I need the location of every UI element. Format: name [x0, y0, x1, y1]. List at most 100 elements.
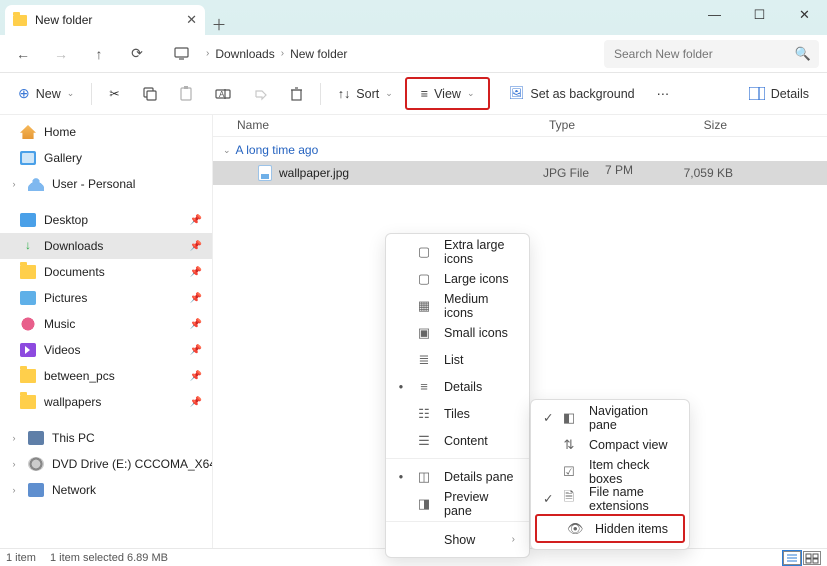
folder-icon — [13, 15, 27, 26]
rename-button[interactable]: A — [205, 79, 241, 109]
plus-circle-icon: ⊕ — [18, 85, 30, 102]
search-input[interactable] — [612, 46, 795, 62]
menu-small[interactable]: ▣Small icons — [386, 319, 529, 346]
menu-list[interactable]: ≣List — [386, 346, 529, 373]
sidebar-item-music[interactable]: Music📌 — [0, 311, 212, 337]
menu-medium[interactable]: ▦Medium icons — [386, 292, 529, 319]
menu-show[interactable]: Show› — [386, 526, 529, 553]
more-button[interactable]: ⋯ — [647, 79, 680, 109]
sidebar-item-home[interactable]: Home — [0, 119, 212, 145]
chevron-right-icon[interactable]: › — [8, 459, 20, 469]
new-label: New — [36, 87, 61, 101]
chevron-down-icon: ⌄ — [67, 88, 75, 99]
sidebar-item-documents[interactable]: Documents📌 — [0, 259, 212, 285]
rename-icon: A — [215, 87, 231, 101]
grid-icon: ▣ — [416, 325, 432, 341]
file-size: 7,059 KB — [643, 166, 733, 180]
file-row[interactable]: wallpaper.jpg JPG File 7,059 KB — [213, 161, 827, 185]
image-icon: 🖼 — [508, 86, 524, 101]
chevron-right-icon[interactable]: › — [8, 485, 20, 495]
refresh-button[interactable]: ⟳ — [118, 39, 156, 69]
list-icon: ≣ — [416, 352, 432, 368]
status-selected: 1 item selected 6.89 MB — [50, 552, 168, 564]
menu-large[interactable]: ▢Large icons — [386, 265, 529, 292]
window-tab[interactable]: New folder ✕ — [5, 5, 205, 35]
pane-icon: ◫ — [416, 469, 432, 485]
menu-tiles[interactable]: ☷Tiles — [386, 400, 529, 427]
details-pane-button[interactable]: Details — [739, 79, 819, 109]
menu-check-boxes[interactable]: ☑Item check boxes — [531, 458, 689, 485]
cut-button[interactable]: ✂ — [99, 79, 129, 109]
jpg-file-icon — [258, 165, 272, 181]
menu-details-pane[interactable]: •◫Details pane — [386, 463, 529, 490]
checkbox-icon: ☑ — [561, 464, 577, 480]
sidebar-item-between[interactable]: between_pcs📌 — [0, 363, 212, 389]
col-name[interactable]: Name — [213, 115, 543, 136]
group-header[interactable]: ⌄ A long time ago — [213, 137, 827, 161]
set-background-button[interactable]: 🖼 Set as background — [498, 79, 644, 109]
sidebar-item-dvd[interactable]: ›DVD Drive (E:) CCCOMA_X64FRE_EN — [0, 451, 212, 477]
sidebar: Home Gallery ›User - Personal Desktop📌 ↓… — [0, 115, 213, 548]
file-icon: 🗎 — [561, 488, 577, 510]
sidebar-item-downloads[interactable]: ↓Downloads📌 — [0, 233, 212, 259]
close-window-button[interactable]: ✕ — [782, 0, 827, 30]
chevron-right-icon[interactable]: › — [8, 179, 20, 189]
grid-icon: ▦ — [416, 298, 432, 314]
menu-hidden-items[interactable]: 👁Hidden items — [537, 516, 683, 541]
view-thumbnails-toggle[interactable] — [803, 551, 821, 565]
col-size[interactable]: Size — [643, 115, 733, 136]
sidebar-item-user[interactable]: ›User - Personal — [0, 171, 212, 197]
check-icon: ✓ — [543, 410, 549, 425]
menu-extra-large[interactable]: ▢Extra large icons — [386, 238, 529, 265]
col-type[interactable]: Type — [543, 115, 643, 136]
sidebar-item-wallpapers[interactable]: wallpapers📌 — [0, 389, 212, 415]
breadcrumb-folder[interactable]: New folder — [290, 47, 347, 61]
sidebar-item-videos[interactable]: Videos📌 — [0, 337, 212, 363]
sort-label: Sort — [356, 87, 379, 101]
menu-file-extensions[interactable]: ✓🗎File name extensions — [531, 485, 689, 512]
paste-button[interactable] — [169, 79, 203, 109]
pin-icon: 📌 — [190, 345, 202, 356]
delete-button[interactable] — [280, 79, 313, 109]
chevron-right-icon: › — [206, 48, 209, 59]
show-submenu: ✓◧Navigation pane ⇅Compact view ☑Item ch… — [530, 399, 690, 550]
sidebar-item-desktop[interactable]: Desktop📌 — [0, 207, 212, 233]
forward-button[interactable]: → — [42, 39, 80, 69]
sidebar-item-pictures[interactable]: Pictures📌 — [0, 285, 212, 311]
network-icon — [28, 483, 44, 497]
menu-details[interactable]: •≡Details — [386, 373, 529, 400]
minimize-button[interactable]: ― — [692, 0, 737, 30]
column-headers: Name Type Size — [213, 115, 827, 137]
view-details-toggle[interactable] — [783, 551, 801, 565]
file-list-area: Name Type Size ⌄ A long time ago wallpap… — [213, 115, 827, 548]
desktop-icon — [20, 213, 36, 227]
check-icon: ✓ — [543, 491, 549, 506]
new-button[interactable]: ⊕ New ⌄ — [8, 79, 84, 109]
sidebar-item-network[interactable]: ›Network — [0, 477, 212, 503]
up-button[interactable]: ↑ — [80, 39, 118, 69]
documents-icon — [20, 265, 36, 279]
toolbar: ⊕ New ⌄ ✂ A ↑↓ Sort ⌄ ≡ View ⌄ 🖼 Set as … — [0, 73, 827, 115]
location-icon[interactable] — [162, 39, 200, 69]
details-label: Details — [771, 87, 809, 101]
back-button[interactable]: ← — [4, 39, 42, 69]
menu-navigation-pane[interactable]: ✓◧Navigation pane — [531, 404, 689, 431]
new-tab-button[interactable]: ＋ — [205, 14, 233, 35]
close-tab-icon[interactable]: ✕ — [186, 12, 197, 28]
sort-button[interactable]: ↑↓ Sort ⌄ — [328, 79, 403, 109]
grid-icon: ▢ — [416, 244, 432, 260]
chevron-down-icon: ⌄ — [223, 145, 231, 156]
sidebar-item-thispc[interactable]: ›This PC — [0, 425, 212, 451]
file-name: wallpaper.jpg — [279, 166, 349, 180]
menu-preview-pane[interactable]: ◨Preview pane — [386, 490, 529, 517]
menu-compact-view[interactable]: ⇅Compact view — [531, 431, 689, 458]
breadcrumb-downloads[interactable]: Downloads — [215, 47, 274, 61]
share-button[interactable] — [243, 79, 278, 109]
view-button[interactable]: ≡ View ⌄ — [411, 79, 485, 109]
menu-content[interactable]: ☰Content — [386, 427, 529, 454]
search-box[interactable]: 🔍 — [604, 40, 819, 68]
maximize-button[interactable]: ☐ — [737, 0, 782, 30]
chevron-right-icon[interactable]: › — [8, 433, 20, 443]
copy-button[interactable] — [132, 79, 167, 109]
sidebar-item-gallery[interactable]: Gallery — [0, 145, 212, 171]
